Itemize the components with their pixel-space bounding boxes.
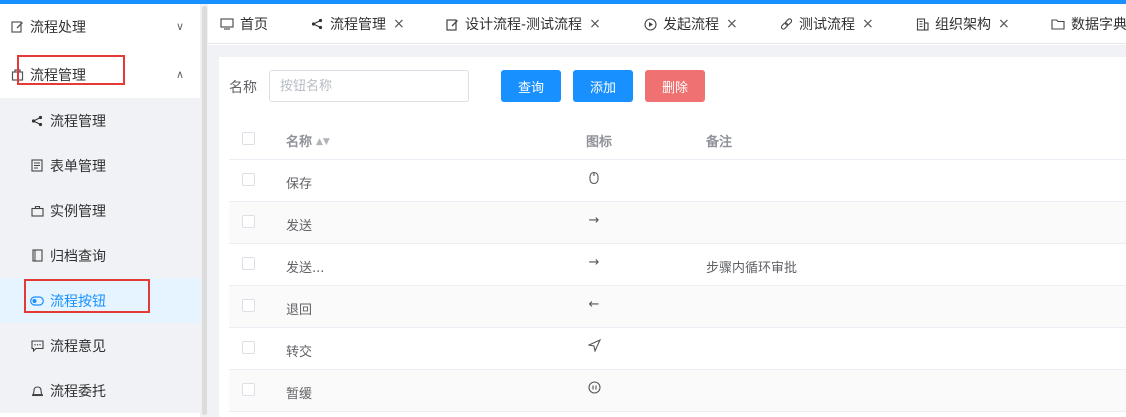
briefcase-icon: [30, 204, 44, 218]
sidebar-item-process-buttons[interactable]: 流程按钮: [0, 278, 200, 323]
cell-name: 发送: [286, 219, 313, 234]
tab-org-structure[interactable]: 组织架构 ×: [914, 4, 1010, 44]
table-row[interactable]: 保存: [229, 160, 1126, 202]
row-checkbox[interactable]: [242, 341, 255, 354]
sidebar-item-label: 实例管理: [50, 203, 106, 220]
sidebar-item-process-management[interactable]: 流程管理: [0, 98, 200, 143]
bag-icon: [10, 68, 24, 82]
tab-label: 发起流程: [663, 17, 719, 33]
send-icon: [586, 338, 602, 356]
sidebar-item-label: 流程按钮: [50, 293, 106, 310]
tab-label: 设计流程-测试流程: [465, 17, 583, 33]
sidebar-group-label: 流程管理: [30, 67, 86, 84]
tab-process-management[interactable]: 流程管理 ×: [309, 4, 405, 44]
sidebar-item-process-delegation[interactable]: 流程委托: [0, 368, 200, 413]
table-row[interactable]: 退回 ←: [229, 286, 1126, 328]
add-button[interactable]: 添加: [573, 70, 633, 102]
sidebar-group-process-handling[interactable]: 流程处理 ∨: [0, 4, 200, 49]
row-checkbox[interactable]: [242, 173, 255, 186]
play-icon: [642, 17, 658, 31]
delete-button[interactable]: 删除: [645, 70, 705, 102]
bell-icon: [30, 384, 44, 398]
table-header: 名称 ▲▼ 图标 备注: [229, 118, 1126, 160]
tab-label: 组织架构: [935, 17, 991, 33]
sidebar-item-label: 流程委托: [50, 383, 106, 400]
table-row[interactable]: 发送 →: [229, 202, 1126, 244]
tab-label: 流程管理: [330, 17, 386, 33]
row-checkbox[interactable]: [242, 299, 255, 312]
table-row[interactable]: 发送... → 步骤内循环审批: [229, 244, 1126, 286]
edit-icon: [444, 17, 460, 31]
sidebar-scrollbar-thumb[interactable]: [202, 6, 207, 415]
pause-icon: [586, 381, 602, 398]
mouse-icon: [586, 171, 602, 189]
column-header-icon: 图标: [586, 135, 613, 150]
search-button[interactable]: 查询: [501, 70, 561, 102]
chevron-up-icon: ∧: [176, 68, 185, 81]
tab-label: 首页: [240, 17, 268, 33]
monitor-icon: [219, 17, 235, 31]
sidebar-item-label: 表单管理: [50, 158, 106, 175]
close-icon[interactable]: ×: [589, 16, 601, 32]
sidebar-item-form-management[interactable]: 表单管理: [0, 143, 200, 188]
cell-name: 发送...: [286, 261, 325, 276]
archive-icon: [30, 249, 44, 263]
share-icon: [309, 17, 325, 31]
sidebar-item-label: 归档查询: [50, 248, 106, 265]
close-icon[interactable]: ×: [726, 16, 738, 32]
sidebar-group-label: 流程处理: [30, 19, 86, 36]
chevron-down-icon: ∨: [176, 20, 185, 33]
row-checkbox[interactable]: [242, 215, 255, 228]
table-row[interactable]: 暂缓: [229, 370, 1126, 412]
tab-home[interactable]: 首页: [219, 4, 268, 44]
sort-icon[interactable]: ▲▼: [316, 138, 330, 147]
tab-label: 测试流程: [799, 17, 855, 33]
sidebar-item-label: 流程管理: [50, 113, 106, 130]
tab-label: 数据字典: [1071, 17, 1126, 33]
sidebar-group-process-management[interactable]: 流程管理 ∧: [0, 52, 200, 97]
building-icon: [914, 17, 930, 31]
row-checkbox[interactable]: [242, 383, 255, 396]
share-icon: [30, 114, 44, 128]
tab-design-process[interactable]: 设计流程-测试流程 ×: [444, 4, 601, 44]
toggle-icon: [30, 294, 44, 308]
edit-icon: [10, 20, 24, 34]
sidebar-item-process-opinions[interactable]: 流程意见: [0, 323, 200, 368]
query-name-label: 名称: [229, 80, 257, 96]
column-header-note: 备注: [706, 135, 733, 150]
tab-test-process[interactable]: 测试流程 ×: [778, 4, 874, 44]
column-header-name[interactable]: 名称 ▲▼: [286, 131, 330, 150]
cell-note: 步骤内循环审批: [706, 261, 798, 276]
close-icon[interactable]: ×: [393, 16, 405, 32]
close-icon[interactable]: ×: [862, 16, 874, 32]
link-icon: [778, 17, 794, 31]
sidebar-item-instance-management[interactable]: 实例管理: [0, 188, 200, 233]
comment-icon: [30, 339, 44, 353]
close-icon[interactable]: ×: [998, 16, 1010, 32]
sidebar-item-archive-query[interactable]: 归档查询: [0, 233, 200, 278]
tab-data-dictionary[interactable]: 数据字典: [1050, 4, 1126, 44]
row-checkbox[interactable]: [242, 257, 255, 270]
sidebar-item-label: 流程意见: [50, 338, 106, 355]
folder-icon: [1050, 17, 1066, 31]
select-all-checkbox[interactable]: [242, 132, 255, 145]
cell-name: 转交: [286, 345, 313, 360]
arrow-left-icon: ←: [588, 297, 600, 312]
arrow-right-icon: →: [588, 255, 600, 270]
cell-name: 保存: [286, 177, 313, 192]
table-row[interactable]: 转交: [229, 328, 1126, 370]
cell-name: 退回: [286, 303, 313, 318]
cell-name: 暂缓: [286, 387, 313, 402]
arrow-right-icon: →: [588, 213, 600, 228]
button-name-input[interactable]: [269, 70, 469, 102]
form-icon: [30, 159, 44, 173]
tab-start-process[interactable]: 发起流程 ×: [642, 4, 738, 44]
